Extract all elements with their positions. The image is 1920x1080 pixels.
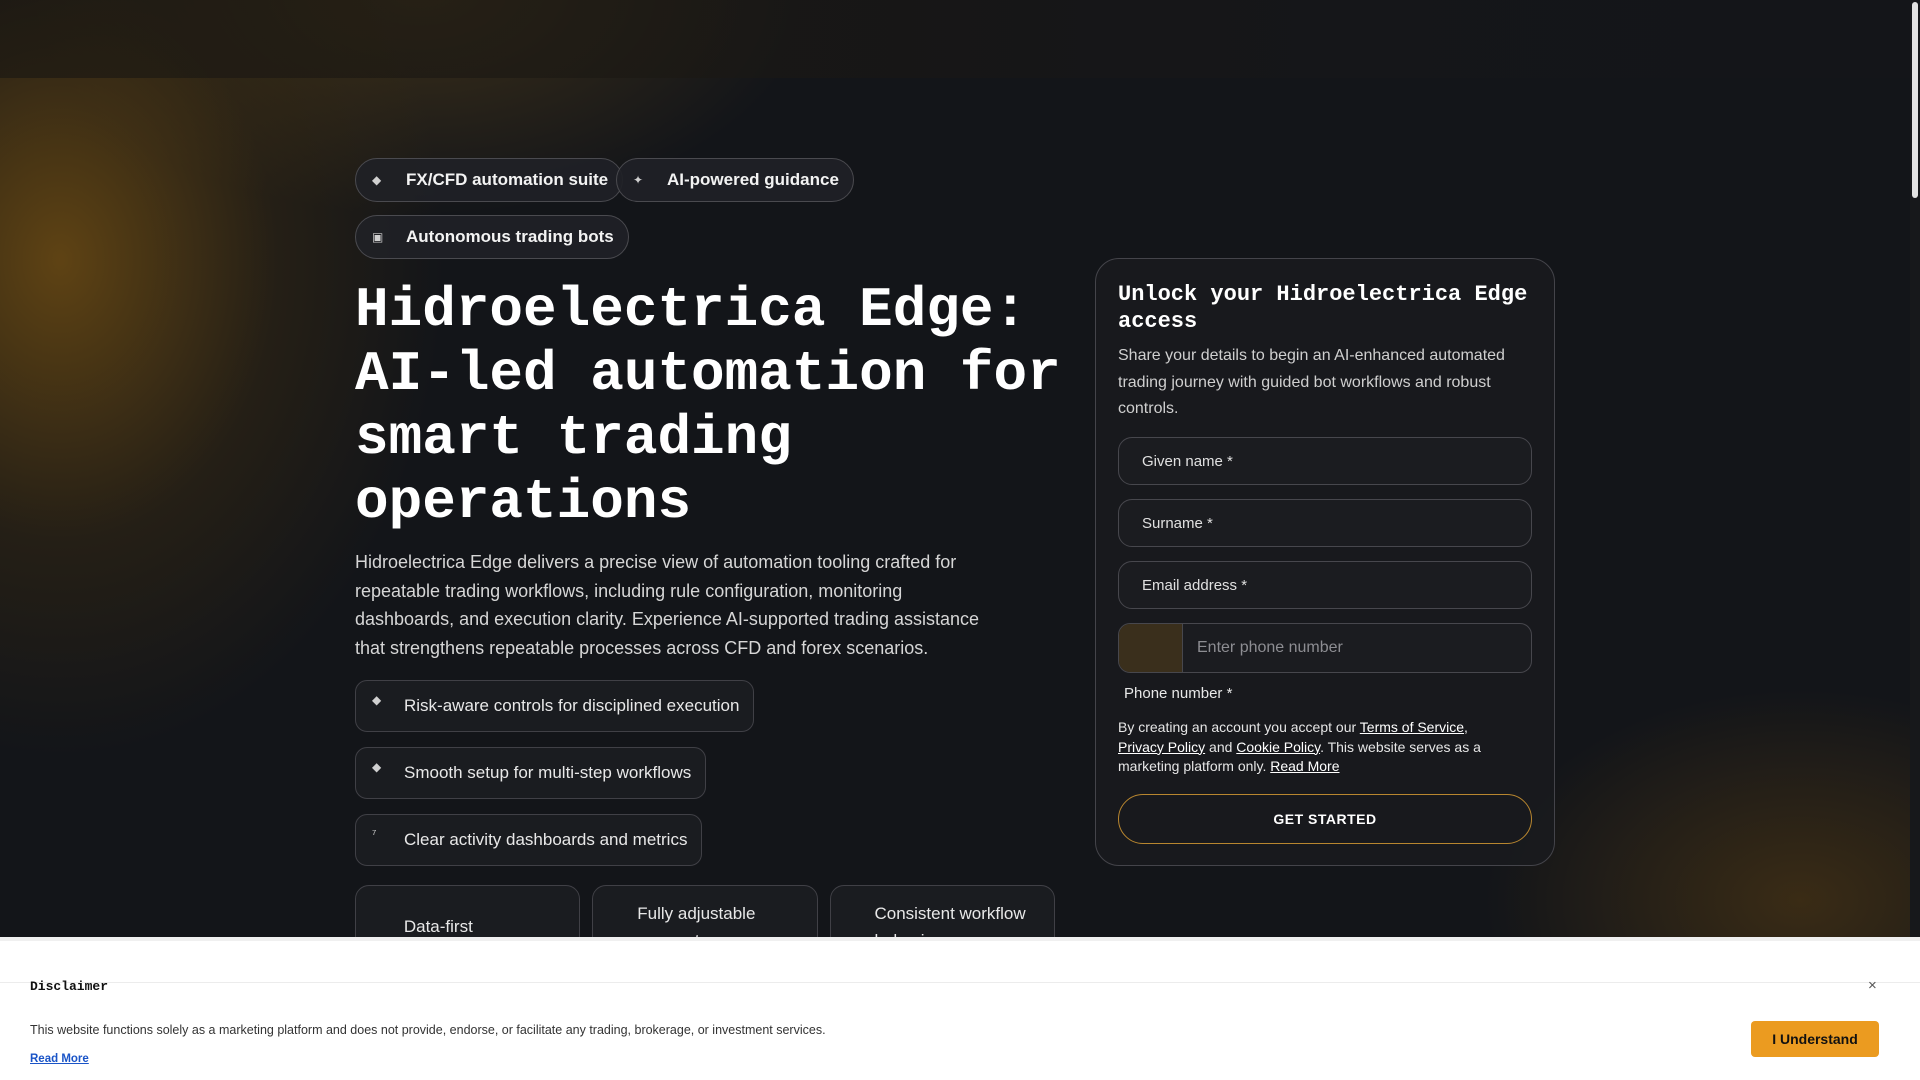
phone-input[interactable] (1183, 624, 1531, 672)
close-icon[interactable]: × (1868, 977, 1877, 994)
badge-automation-suite: ◆ FX/CFD automation suite (355, 158, 624, 202)
scrollbar[interactable] (1910, 0, 1920, 937)
country-code-selector[interactable] (1119, 624, 1183, 672)
hero-title: Hidroelectrica Edge: AI-led automation f… (355, 278, 1061, 534)
get-started-button[interactable]: GET STARTED (1118, 794, 1532, 844)
chip-icon: ◆ (372, 173, 382, 187)
terms-link[interactable]: Terms of Service (1360, 719, 1464, 735)
disclaimer-text: This website functions solely as a marke… (30, 1023, 826, 1037)
disclaimer-read-more-link[interactable]: Read More (30, 1053, 89, 1065)
top-band (0, 0, 1910, 78)
cookie-link[interactable]: Cookie Policy (1236, 739, 1320, 755)
disclaimer-banner: Disclaimer × This website functions sole… (0, 937, 1920, 1080)
given-name-label: Given name * (1140, 452, 1235, 470)
email-field[interactable]: Email address * (1118, 561, 1532, 609)
robot-icon: ▣ (372, 230, 384, 244)
feature-label: Risk-aware controls for disciplined exec… (404, 696, 740, 715)
signup-form: Unlock your Hidroelectrica Edge access S… (1095, 258, 1555, 866)
surname-label: Surname * (1140, 514, 1215, 532)
phone-label: Phone number * (1124, 685, 1233, 702)
form-description: Share your details to begin an AI-enhanc… (1118, 347, 1505, 417)
workflow-icon: ◆ (372, 760, 382, 774)
legal-and: and (1205, 738, 1237, 755)
sparkle-icon: ✦ (633, 173, 644, 187)
form-title: Unlock your Hidroelectrica Edge access (1118, 282, 1528, 334)
feature-label: Clear activity dashboards and metrics (404, 830, 688, 849)
disclaimer-title: Disclaimer (30, 979, 109, 994)
disclaimer-header (0, 941, 1920, 983)
feature-smooth-setup: ◆ Smooth setup for multi-step workflows (355, 747, 707, 799)
legal-notice: By creating an account you accept our Te… (1118, 718, 1532, 777)
understand-button[interactable]: I Understand (1751, 1021, 1879, 1057)
feature-risk-controls: ◆ Risk-aware controls for disciplined ex… (355, 680, 755, 732)
hero-description: Hidroelectrica Edge delivers a precise v… (355, 552, 980, 658)
badge-label: AI-powered guidance (667, 170, 839, 189)
legal-prefix: By creating an account you accept our (1118, 719, 1360, 735)
chart-icon: ⁷ (372, 827, 377, 841)
surname-field[interactable]: Surname * (1118, 499, 1532, 547)
badge-trading-bots: ▣ Autonomous trading bots (355, 215, 629, 259)
shield-icon: ◆ (372, 693, 382, 707)
privacy-link[interactable]: Privacy Policy (1118, 739, 1205, 755)
feature-dashboards: ⁷ Clear activity dashboards and metrics (355, 814, 703, 866)
scrollbar-thumb[interactable] (1912, 2, 1918, 198)
badge-label: FX/CFD automation suite (406, 170, 609, 189)
phone-row (1118, 623, 1532, 673)
given-name-field[interactable]: Given name * (1118, 437, 1532, 485)
badge-label: Autonomous trading bots (406, 227, 614, 246)
read-more-link[interactable]: Read More (1270, 758, 1339, 774)
legal-comma: , (1464, 719, 1468, 735)
email-label: Email address * (1140, 576, 1250, 594)
badge-ai-guidance: ✦ AI-powered guidance (616, 158, 854, 202)
feature-label: Smooth setup for multi-step workflows (404, 763, 692, 782)
